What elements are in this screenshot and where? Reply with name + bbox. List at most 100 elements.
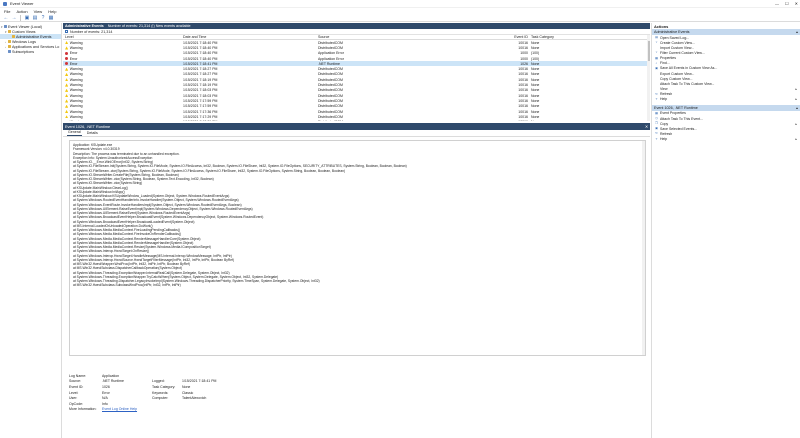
cell-level: Warning bbox=[63, 72, 183, 76]
tree-item-label: Custom Views bbox=[12, 29, 36, 34]
table-row[interactable]: Warning 1/15/2021 7:17:36 PM DistributedCO… bbox=[63, 109, 650, 114]
warning-icon bbox=[65, 78, 69, 82]
scrollbar-thumb[interactable] bbox=[647, 41, 650, 61]
table-row[interactable]: Warning 1/15/2021 7:18:27 PM DistributedCO… bbox=[63, 72, 650, 77]
cell-task-category: None bbox=[531, 72, 540, 77]
tab-general[interactable]: General bbox=[67, 130, 82, 136]
menu-help[interactable]: Help bbox=[48, 9, 56, 14]
menu-view[interactable]: View bbox=[34, 9, 43, 14]
table-row[interactable]: Error 1/15/2021 7:18:41 PM .NET Runtime 102… bbox=[63, 61, 650, 67]
level-text: Warning bbox=[69, 72, 83, 77]
cell-task-category: None bbox=[531, 61, 540, 66]
cell-level: Warning bbox=[63, 83, 183, 87]
table-row[interactable]: Warning 1/15/2021 7:18:40 PM DistributedCO… bbox=[63, 45, 650, 50]
table-row[interactable]: Warning1/15/2021 7:17:29 PMDistributedCO… bbox=[63, 119, 650, 121]
cell-source: DistributedCOM bbox=[318, 88, 343, 93]
keywords-label: Keywords: bbox=[152, 390, 169, 395]
cell-source: DistributedCOM bbox=[318, 120, 514, 121]
column-source[interactable]: Source bbox=[318, 35, 514, 39]
event-log-online-help-link[interactable]: Event Log Online Help bbox=[102, 407, 137, 411]
maximize-button[interactable]: ☐ bbox=[785, 1, 789, 6]
table-row[interactable]: Warning 1/15/2021 7:17:29 PMDistributedCO… bbox=[63, 114, 650, 119]
level-text: Warning bbox=[69, 114, 83, 119]
event-description-box[interactable]: Application: KSUpdate.exe Framework Versi… bbox=[69, 140, 646, 356]
filter-icon bbox=[65, 30, 68, 33]
close-window-button[interactable]: ✕ bbox=[795, 1, 798, 6]
keywords-value: Classic bbox=[182, 390, 194, 395]
cell-event-id: 1000 bbox=[520, 56, 528, 61]
cell-source: DistributedCOM bbox=[318, 67, 343, 72]
action-label: Find... bbox=[660, 61, 670, 66]
panel-icon[interactable]: ▦ bbox=[48, 15, 54, 21]
forward-arrow-icon[interactable]: → bbox=[11, 15, 17, 21]
save-icon: ▣ bbox=[655, 65, 658, 70]
level-text: Warning bbox=[69, 109, 83, 114]
action-help[interactable]: ? Help ▸ bbox=[652, 137, 800, 142]
cell-task-category: None bbox=[531, 67, 540, 72]
column-level[interactable]: Level bbox=[63, 35, 183, 39]
table-row[interactable]: Warning 1/15/2021 7:18:03 PM DistributedCO… bbox=[63, 88, 650, 93]
cell-date: 1/15/2021 7:18:40 PM bbox=[183, 40, 218, 45]
action-label: Create Custom View... bbox=[660, 40, 695, 45]
table-row[interactable]: Warning 1/15/2021 7:18:19 PM DistributedCO… bbox=[63, 82, 650, 87]
table-row[interactable]: Warning 1/15/2021 7:18:40 PM DistributedCO… bbox=[63, 40, 650, 45]
table-row[interactable]: Warning 1/15/2021 7:18:03 PM DistributedCO… bbox=[63, 93, 650, 98]
toolbar-separator bbox=[20, 14, 21, 21]
column-task-category[interactable]: Task Category bbox=[530, 35, 650, 39]
cell-task-category: None bbox=[531, 98, 540, 103]
cell-source: Application Error bbox=[318, 56, 344, 61]
level-text: Error bbox=[69, 61, 78, 66]
folder-icon bbox=[8, 45, 11, 48]
table-row[interactable]: Warning 1/15/2021 7:18:27 PM DistributedCO… bbox=[63, 66, 650, 71]
minimize-button[interactable]: — bbox=[775, 1, 779, 6]
description-scrollbar[interactable] bbox=[642, 141, 645, 355]
table-row[interactable]: Warning 1/15/2021 7:18:19 PM DistributedCO… bbox=[63, 77, 650, 82]
more-info-label: More Information: bbox=[69, 407, 97, 412]
menu-action[interactable]: Action bbox=[16, 9, 27, 14]
task-category-label: Task Category: bbox=[152, 384, 176, 389]
action-label: Attach Task To This Custom View... bbox=[660, 81, 715, 86]
event-id-label: Event ID: bbox=[69, 384, 84, 389]
table-row[interactable]: Error 1/15/2021 7:18:40 PM Application Err… bbox=[63, 56, 650, 61]
back-arrow-icon[interactable]: ← bbox=[3, 15, 9, 21]
action-label: Refresh bbox=[660, 131, 673, 136]
tab-details[interactable]: Details bbox=[86, 131, 99, 136]
table-row[interactable]: Error 1/15/2021 7:18:40 PM Application Err… bbox=[63, 51, 650, 56]
help-icon[interactable]: ? bbox=[40, 15, 46, 21]
tree-subscriptions[interactable]: Subscriptions bbox=[0, 49, 61, 54]
properties-icon[interactable]: ▤ bbox=[32, 15, 38, 21]
refresh-icon: ↻ bbox=[655, 131, 658, 136]
collapse-icon[interactable]: ▴ bbox=[796, 30, 798, 34]
action-label: Event Properties bbox=[660, 111, 686, 116]
collapse-icon[interactable]: ▴ bbox=[796, 106, 798, 110]
table-row[interactable]: Warning 1/15/2021 7:17:59 PM DistributedCO… bbox=[63, 98, 650, 103]
cell-task-category: None bbox=[531, 93, 540, 98]
cell-level: Warning bbox=[63, 110, 183, 114]
cell-date: 1/15/2021 7:17:59 PM bbox=[183, 104, 218, 109]
warning-icon bbox=[65, 67, 69, 71]
cell-source: Application Error bbox=[318, 51, 344, 56]
column-date[interactable]: Date and Time bbox=[183, 35, 318, 39]
menu-file[interactable]: File bbox=[4, 9, 10, 14]
cell-task-category: None bbox=[531, 40, 540, 45]
help-icon: ? bbox=[655, 96, 658, 101]
cell-task-category: None bbox=[531, 104, 540, 109]
tree-item-label: Applications and Services Lo bbox=[12, 44, 60, 49]
column-event-id[interactable]: Event ID bbox=[514, 35, 530, 39]
cell-level: Warning bbox=[63, 67, 183, 71]
cell-date: 1/15/2021 7:18:40 PM bbox=[183, 56, 218, 61]
cell-event-id: 10016 bbox=[518, 67, 528, 72]
warning-icon bbox=[65, 83, 69, 87]
cell-date: 1/15/2021 7:17:29 PM bbox=[183, 120, 318, 121]
events-grid-scrollbar[interactable] bbox=[647, 35, 650, 121]
log-name-label: Log Name: bbox=[69, 373, 87, 378]
warning-icon bbox=[65, 99, 69, 103]
cell-date: 1/15/2021 7:18:40 PM bbox=[183, 51, 218, 56]
cell-source: DistributedCOM bbox=[318, 40, 343, 45]
tree-item-label: Administrative Events bbox=[16, 34, 52, 39]
actions-pane: Actions Administrative Events ▴ ▤ Open Sa… bbox=[651, 23, 800, 438]
cell-source: DistributedCOM bbox=[318, 104, 343, 109]
up-folder-icon[interactable]: ▣ bbox=[24, 15, 30, 21]
table-row[interactable]: Warning 1/15/2021 7:17:59 PM DistributedCO… bbox=[63, 104, 650, 109]
close-icon[interactable]: ✕ bbox=[645, 124, 648, 129]
